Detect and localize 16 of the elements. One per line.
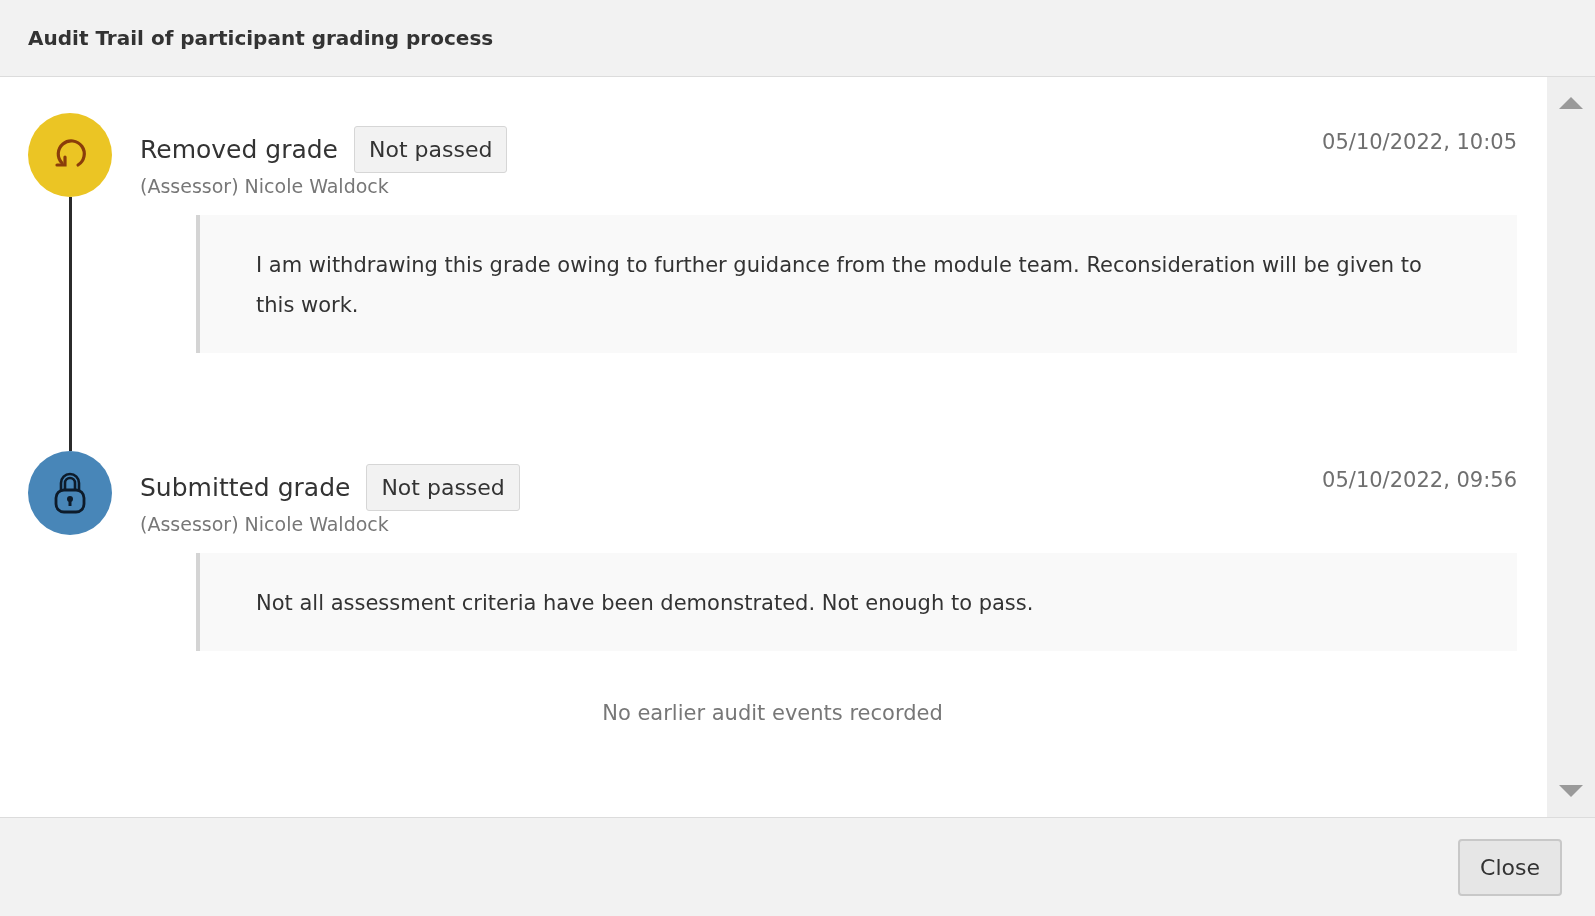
scrollbar[interactable]	[1547, 77, 1595, 817]
scroll-down-icon[interactable]	[1559, 785, 1583, 797]
dialog-title: Audit Trail of participant grading process	[28, 26, 494, 50]
end-note: No earlier audit events recorded	[601, 701, 944, 725]
close-button[interactable]: Close	[1458, 838, 1562, 896]
comment-quote: Not all assessment criteria have been demonstrated. Not enough to pass.	[196, 553, 1517, 651]
event-author: (Assessor) Nicole Waldock	[140, 513, 390, 535]
event-timestamp: 05/10/2022, 10:05	[1322, 130, 1517, 154]
event-title: Submitted grade	[140, 473, 351, 502]
event-timestamp: 05/10/2022, 09:56	[1322, 468, 1517, 492]
grade-badge: Not passed	[366, 464, 520, 511]
event-title: Removed grade	[140, 135, 338, 164]
comment-quote: I am withdrawing this grade owing to further guidance from the module team. Reconsideration will be given to this work.	[196, 215, 1517, 353]
grade-badge: Not passed	[354, 126, 508, 173]
event-author: (Assessor) Nicole Waldock	[140, 175, 390, 197]
scroll-up-icon[interactable]	[1559, 97, 1583, 109]
